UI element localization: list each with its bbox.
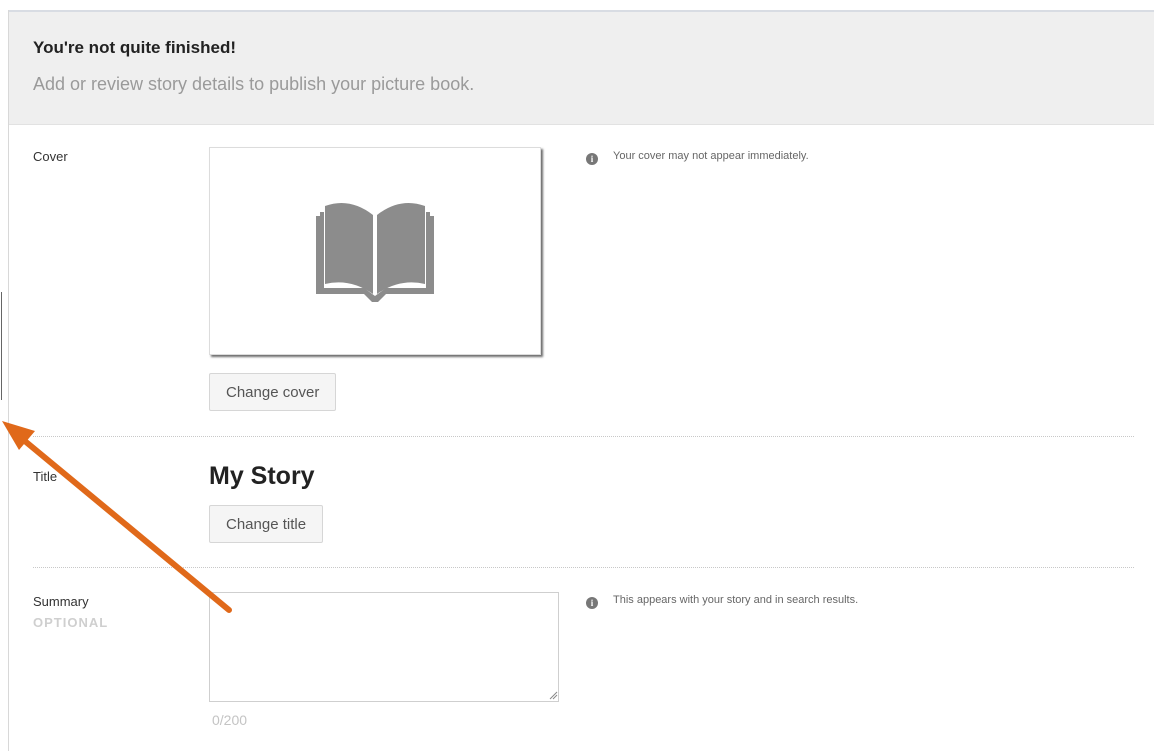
info-icon: i [586, 597, 598, 609]
open-book-icon [316, 203, 434, 302]
title-label: Title [33, 469, 58, 484]
cover-preview[interactable] [209, 147, 541, 355]
cover-info-text: Your cover may not appear immediately. [613, 150, 809, 162]
resize-handle-icon[interactable] [548, 690, 558, 700]
change-title-button[interactable]: Change title [209, 505, 324, 543]
incomplete-banner: You're not quite finished! Add or review… [9, 12, 1154, 125]
optional-label: OPTIONAL [33, 615, 109, 630]
change-cover-button[interactable]: Change cover [209, 373, 337, 411]
section-divider [33, 436, 1134, 437]
summary-info-text: This appears with your story and in sear… [613, 594, 859, 606]
cover-info: i Your cover may not appear immediately. [586, 150, 809, 165]
summary-label: Summary [33, 594, 89, 609]
summary-char-count: 0/200 [212, 712, 248, 728]
summary-info: i This appears with your story and in se… [586, 594, 858, 609]
left-scroll-marker [1, 292, 2, 400]
summary-input[interactable] [209, 592, 559, 702]
cover-label: Cover [33, 149, 68, 164]
section-divider [33, 567, 1134, 568]
banner-title: You're not quite finished! [33, 38, 236, 57]
story-title: My Story [209, 462, 315, 490]
publish-page: You're not quite finished! Add or review… [0, 0, 1154, 751]
info-icon: i [586, 153, 598, 165]
banner-subtitle: Add or review story details to publish y… [33, 74, 475, 94]
